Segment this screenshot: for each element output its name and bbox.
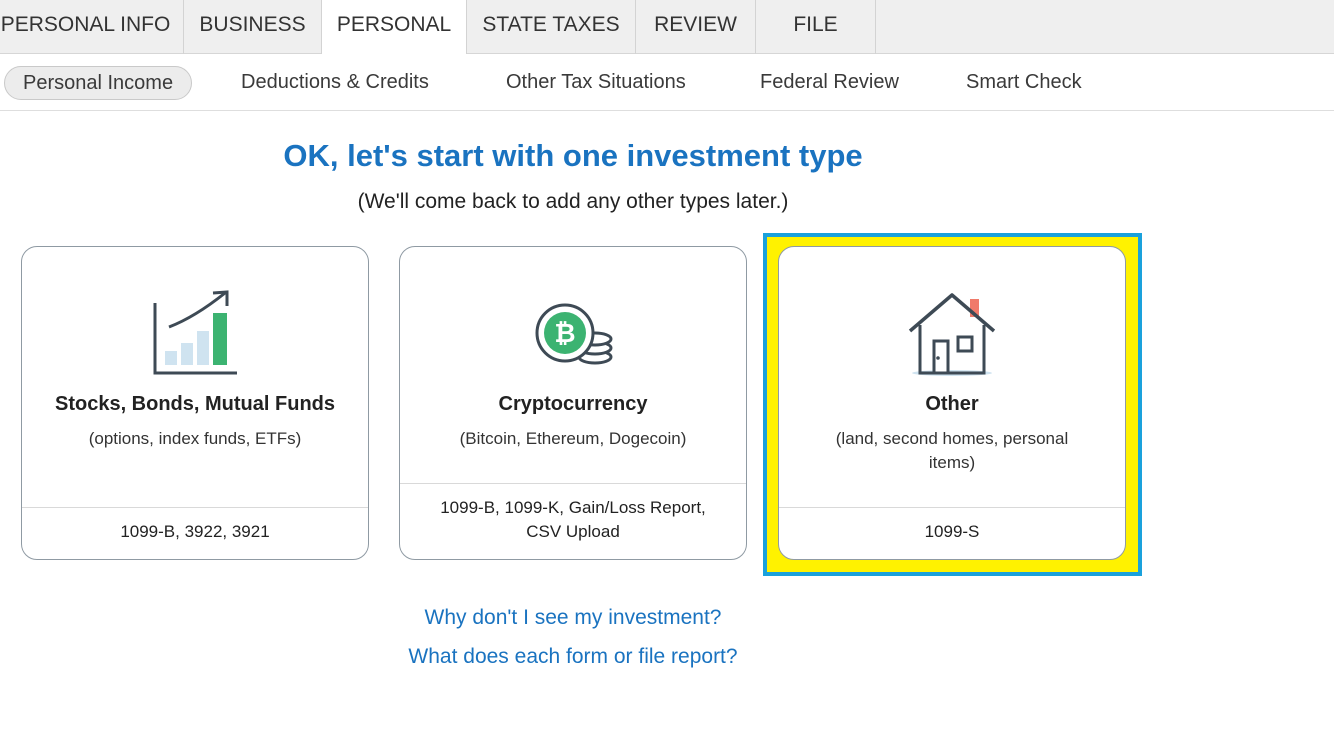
card-divider xyxy=(400,483,746,484)
what-does-each-form-link[interactable]: What does each form or file report? xyxy=(0,645,1146,669)
tab-state-taxes[interactable]: STATE TAXES xyxy=(467,0,636,54)
card-forms: 1099-B, 3922, 3921 xyxy=(120,522,270,541)
card-description: (options, index funds, ETFs) xyxy=(88,429,302,448)
sub-nav-tabs: Personal Income Deductions & Credits Oth… xyxy=(0,54,1334,111)
why-dont-i-see-link[interactable]: Why don't I see my investment? xyxy=(0,606,1146,630)
tab-file[interactable]: FILE xyxy=(756,0,876,54)
tab-business[interactable]: BUSINESS xyxy=(184,0,322,54)
card-stocks-bonds-mutual-funds[interactable]: Stocks, Bonds, Mutual Funds (options, in… xyxy=(21,246,369,560)
subtab-federal-review[interactable]: Federal Review xyxy=(760,66,899,100)
card-description: (land, second homes, personal items) xyxy=(835,429,1069,472)
card-forms: 1099-S xyxy=(924,522,980,541)
card-title: Other xyxy=(925,393,979,415)
card-description: (Bitcoin, Ethereum, Dogecoin) xyxy=(459,429,687,448)
card-title: Cryptocurrency xyxy=(498,393,648,415)
stocks-chart-icon xyxy=(22,287,368,379)
card-divider xyxy=(22,507,368,508)
tab-review[interactable]: REVIEW xyxy=(636,0,756,54)
card-other[interactable]: Other (land, second homes, personal item… xyxy=(778,246,1126,560)
top-nav-tabs: PERSONAL INFO BUSINESS PERSONAL STATE TA… xyxy=(0,0,1334,55)
card-title: Stocks, Bonds, Mutual Funds xyxy=(54,393,335,415)
subtab-other-tax-situations[interactable]: Other Tax Situations xyxy=(506,66,686,100)
page-subtitle: (We'll come back to add any other types … xyxy=(357,190,789,213)
card-divider xyxy=(779,507,1125,508)
subtab-personal-income[interactable]: Personal Income xyxy=(4,66,193,100)
svg-text:₿: ₿ xyxy=(554,319,575,349)
bitcoin-coins-icon: ₿ xyxy=(400,287,746,379)
subtab-smart-check[interactable]: Smart Check xyxy=(966,66,1082,100)
house-icon xyxy=(779,287,1125,379)
tab-personal-info[interactable]: PERSONAL INFO xyxy=(0,0,184,54)
card-cryptocurrency[interactable]: ₿ Cryptocurrency (Bitcoin, Ethereum, Dog… xyxy=(399,246,747,560)
subtab-deductions-credits[interactable]: Deductions & Credits xyxy=(241,66,429,100)
page-title: OK, let's start with one investment type xyxy=(283,138,863,173)
card-forms: 1099-B, 1099-K, Gain/Loss Report, CSV Up… xyxy=(440,498,706,541)
tab-personal[interactable]: PERSONAL xyxy=(322,0,467,55)
